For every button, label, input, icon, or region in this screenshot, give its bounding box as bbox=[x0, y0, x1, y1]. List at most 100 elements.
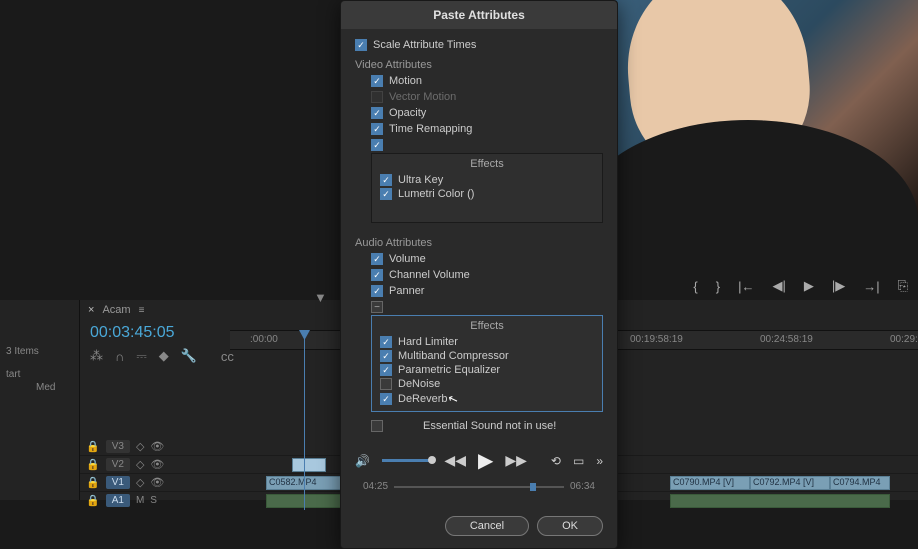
audio-attributes-heading: Audio Attributes bbox=[355, 237, 603, 249]
opacity-checkbox[interactable] bbox=[371, 107, 383, 119]
sort-col-1[interactable]: tart bbox=[6, 369, 73, 380]
play-icon[interactable]: ▶ bbox=[804, 278, 814, 294]
channel-volume-checkbox[interactable] bbox=[371, 269, 383, 281]
magnet-icon[interactable]: ∩ bbox=[115, 349, 124, 364]
paste-attributes-dialog: Paste Attributes Scale Attribute Times V… bbox=[340, 0, 618, 549]
track-toggle-icon[interactable]: ◇ bbox=[136, 476, 144, 489]
cancel-button[interactable]: Cancel bbox=[445, 516, 529, 536]
parametric-eq-label: Parametric Equalizer bbox=[398, 364, 500, 376]
audio-effects-master-checkbox[interactable] bbox=[371, 301, 383, 313]
video-effects-list: Effects Ultra Key Lumetri Color () bbox=[371, 153, 603, 223]
denoise-checkbox[interactable] bbox=[380, 378, 392, 390]
lock-icon[interactable]: 🔒 bbox=[86, 476, 100, 489]
player-more-icon[interactable]: » bbox=[596, 454, 603, 468]
sort-col-2[interactable]: Med bbox=[36, 382, 73, 393]
eye-icon[interactable]: 👁 bbox=[150, 476, 164, 489]
hard-limiter-checkbox[interactable] bbox=[380, 336, 392, 348]
motion-label: Motion bbox=[389, 75, 422, 87]
clip-c0794[interactable]: C0794.MP4 bbox=[830, 476, 890, 490]
player-loop-icon[interactable]: ⟲ bbox=[551, 454, 561, 468]
audio-clip-2[interactable] bbox=[670, 494, 890, 508]
essential-sound-checkbox[interactable] bbox=[371, 420, 383, 432]
track-toggle-icon[interactable]: ◇ bbox=[136, 440, 144, 453]
lock-icon[interactable]: 🔒 bbox=[86, 440, 100, 453]
video-effects-heading: Effects bbox=[376, 158, 598, 173]
player-next-icon[interactable]: ▶▶ bbox=[505, 452, 527, 469]
items-count: 3 Items bbox=[6, 346, 73, 357]
multiband-label: Multiband Compressor bbox=[398, 350, 509, 362]
audio-effects-heading: Effects bbox=[376, 320, 598, 335]
speaker-icon[interactable]: 🔊 bbox=[355, 454, 370, 468]
track-v1-label[interactable]: V1 bbox=[106, 476, 130, 489]
wrench-icon[interactable]: 🔧 bbox=[181, 348, 197, 364]
dereverb-label: DeReverb bbox=[398, 393, 448, 405]
volume-slider[interactable] bbox=[382, 459, 432, 462]
scrub-current-time: 04:25 bbox=[363, 481, 388, 492]
step-fwd-icon[interactable]: |▶ bbox=[832, 278, 845, 294]
track-toggle-icon[interactable]: ◇ bbox=[136, 458, 144, 471]
denoise-label: DeNoise bbox=[398, 378, 440, 390]
player-play-icon[interactable]: ▶ bbox=[478, 448, 493, 473]
time-remap-checkbox[interactable] bbox=[371, 123, 383, 135]
snap-icon[interactable]: ⁂ bbox=[90, 348, 103, 364]
eye-icon[interactable]: 👁 bbox=[150, 440, 164, 453]
scrub-slider[interactable] bbox=[394, 486, 564, 488]
dereverb-checkbox[interactable] bbox=[380, 393, 392, 405]
video-effects-master-checkbox[interactable] bbox=[371, 139, 383, 151]
solo-icon[interactable]: S bbox=[150, 495, 157, 506]
video-attributes-heading: Video Attributes bbox=[355, 59, 603, 71]
motion-checkbox[interactable] bbox=[371, 75, 383, 87]
scale-times-checkbox[interactable] bbox=[355, 39, 367, 51]
hard-limiter-label: Hard Limiter bbox=[398, 336, 458, 348]
volume-checkbox[interactable] bbox=[371, 253, 383, 265]
parametric-eq-checkbox[interactable] bbox=[380, 364, 392, 376]
playhead[interactable] bbox=[304, 330, 305, 510]
ok-button[interactable]: OK bbox=[537, 516, 603, 536]
lock-icon[interactable]: 🔒 bbox=[86, 458, 100, 471]
link-icon[interactable]: ⎓ bbox=[136, 348, 146, 364]
essential-sound-label: Essential Sound not in use! bbox=[423, 420, 556, 432]
player-pip-icon[interactable]: ▭ bbox=[573, 454, 584, 468]
mark-in-icon[interactable]: { bbox=[693, 279, 697, 294]
eye-icon[interactable]: 👁 bbox=[150, 458, 164, 471]
sequence-tab[interactable]: Acam bbox=[102, 304, 130, 316]
track-v2-label[interactable]: V2 bbox=[106, 458, 130, 471]
ruler-tick-1: 00:19:58:19 bbox=[630, 334, 683, 345]
step-back-icon[interactable]: ◀| bbox=[772, 278, 785, 294]
clip-v2-1[interactable] bbox=[292, 458, 326, 472]
go-in-icon[interactable]: |← bbox=[738, 279, 754, 294]
marker-icon[interactable]: ◆ bbox=[159, 348, 169, 364]
caption-icon[interactable]: cc bbox=[221, 349, 234, 364]
clip-c0792[interactable]: C0792.MP4 [V] bbox=[750, 476, 830, 490]
clip-c0790[interactable]: C0790.MP4 [V] bbox=[670, 476, 750, 490]
time-remap-label: Time Remapping bbox=[389, 123, 472, 135]
channel-volume-label: Channel Volume bbox=[389, 269, 470, 281]
ruler-tick-2: 00:24:58:19 bbox=[760, 334, 813, 345]
track-v3-label[interactable]: V3 bbox=[106, 440, 130, 453]
filter-icon[interactable]: ▼ bbox=[314, 290, 327, 305]
panner-label: Panner bbox=[389, 285, 424, 297]
track-a1-label[interactable]: A1 bbox=[106, 494, 130, 507]
volume-label: Volume bbox=[389, 253, 426, 265]
panner-checkbox[interactable] bbox=[371, 285, 383, 297]
mute-icon[interactable]: M bbox=[136, 495, 144, 506]
export-frame-icon[interactable]: ⎘ bbox=[898, 278, 908, 294]
ruler-tick-3: 00:29:58:04 bbox=[890, 334, 918, 345]
audio-preview-player: 🔊 ◀◀ ▶ ▶▶ ⟲ ▭ » 04:25 06:34 bbox=[355, 442, 603, 498]
player-prev-icon[interactable]: ◀◀ bbox=[444, 452, 466, 469]
scrub-duration: 06:34 bbox=[570, 481, 595, 492]
vector-motion-checkbox bbox=[371, 91, 383, 103]
go-out-icon[interactable]: →| bbox=[863, 279, 879, 294]
dialog-title: Paste Attributes bbox=[341, 1, 617, 29]
multiband-checkbox[interactable] bbox=[380, 350, 392, 362]
ultra-key-checkbox[interactable] bbox=[380, 174, 392, 186]
program-monitor-preview bbox=[608, 0, 918, 270]
cursor-icon: ↖ bbox=[445, 391, 459, 408]
lumetri-checkbox[interactable] bbox=[380, 188, 392, 200]
lock-icon[interactable]: 🔒 bbox=[86, 494, 100, 507]
mark-out-icon[interactable]: } bbox=[716, 279, 720, 294]
lumetri-label: Lumetri Color () bbox=[398, 188, 474, 200]
ultra-key-label: Ultra Key bbox=[398, 174, 443, 186]
transport-controls: { } |← ◀| ▶ |▶ →| ⎘ bbox=[693, 278, 908, 294]
vector-motion-label: Vector Motion bbox=[389, 91, 456, 103]
